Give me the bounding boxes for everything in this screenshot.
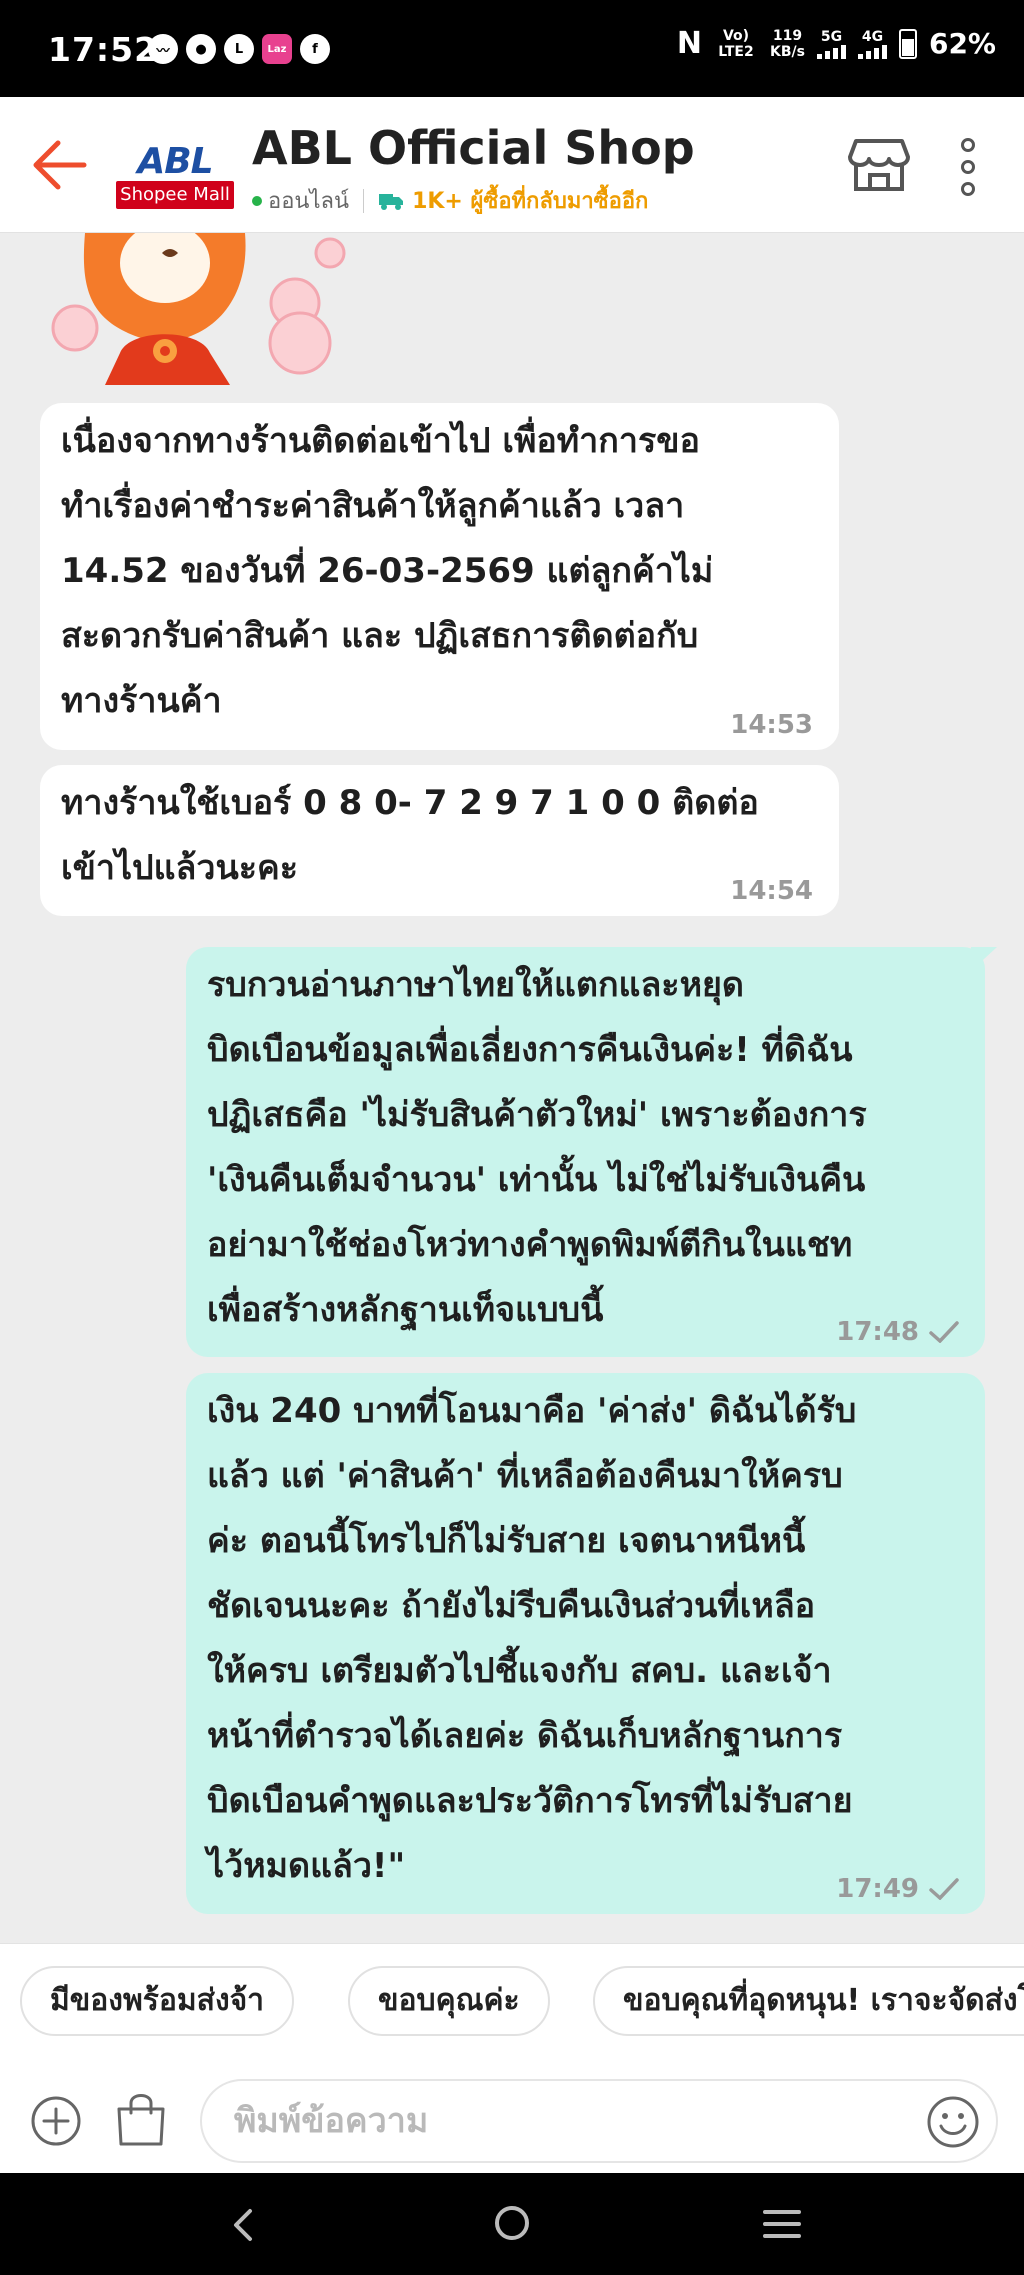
chat-icon: ●	[186, 34, 216, 64]
shop-status-line: ออนไลน์ 1K+ ผู้ซื้อที่กลับมาซื้ออีก	[252, 183, 648, 218]
quick-reply-chip[interactable]: มีของพร้อมส่งจ้า	[20, 1966, 295, 2036]
notification-icons: 〰 ● L Laz f	[148, 34, 330, 64]
outgoing-message[interactable]: รบกวนอ่านภาษาไทยให้แตกและหยุด บิดเบือนข้…	[186, 947, 997, 1357]
nfc-icon: N	[676, 26, 702, 61]
message-input[interactable]	[200, 2079, 998, 2163]
recent-apps-icon[interactable]	[762, 2207, 802, 2241]
bear-sticker-image	[51, 233, 346, 385]
status-indicators: N Vo) LTE2 119 KB/s 5G 4G 62%	[677, 26, 996, 61]
line-icon: L	[224, 34, 254, 64]
back-arrow-icon[interactable]	[28, 135, 90, 195]
message-text: ทางร้านใช้เบอร์ 0 8 0- 7 2 9 7 1 0 0 ติด…	[61, 783, 759, 888]
store-icon[interactable]	[848, 137, 910, 193]
message-time: 17:49	[836, 1874, 919, 1904]
outgoing-message[interactable]: เงิน 240 บาทที่โอนมาคือ 'ค่าส่ง' ดิฉันได…	[186, 1373, 985, 1914]
message-time: 17:48	[836, 1317, 919, 1347]
message-text: เนื่องจากทางร้านติดต่อเข้าไป เพื่อทำการข…	[61, 421, 714, 721]
bubble-tail-icon	[971, 947, 997, 971]
sent-check-icon	[929, 1878, 959, 1900]
online-dot-icon	[252, 195, 262, 206]
shop-name[interactable]: ABL Official Shop	[252, 121, 695, 175]
shopping-bag-icon[interactable]	[114, 2091, 168, 2147]
battery-percent: 62%	[928, 27, 996, 60]
message-input-bar	[0, 2071, 1024, 2173]
status-bar: 17:52 〰 ● L Laz f N Vo) LTE2 119 KB/s 5G…	[0, 0, 1024, 97]
message-status: 17:48	[836, 1317, 959, 1347]
quick-reply-chip[interactable]: ขอบคุณที่อุดหนุน! เราจะจัดส่งโดยเร็ว	[593, 1966, 1024, 2036]
add-attachment-icon[interactable]	[30, 2095, 82, 2147]
message-status: 17:49	[836, 1874, 959, 1904]
home-icon[interactable]	[494, 2205, 530, 2241]
repeat-buyers-note: 1K+ ผู้ซื้อที่กลับมาซื้ออีก	[412, 189, 649, 214]
message-text: รบกวนอ่านภาษาไทยให้แตกและหยุด บิดเบือนข้…	[207, 965, 867, 1330]
message-text: เงิน 240 บาทที่โอนมาคือ 'ค่าส่ง' ดิฉันได…	[207, 1391, 857, 1886]
message-time: 14:53	[730, 710, 813, 740]
signal-5g-icon: 5G	[816, 29, 846, 59]
lazada-icon: Laz	[262, 34, 292, 64]
message-time: 14:54	[730, 876, 813, 906]
shopee-mall-badge: Shopee Mall	[116, 181, 234, 209]
incoming-message[interactable]: เนื่องจากทางร้านติดต่อเข้าไป เพื่อทำการข…	[40, 403, 839, 750]
volte-indicator: Vo) LTE2	[718, 27, 754, 60]
quick-reply-chip[interactable]: ขอบคุณค่ะ	[348, 1966, 550, 2036]
shop-logo-text: ABL	[137, 141, 213, 182]
online-status: ออนไลน์	[268, 189, 350, 214]
incoming-message[interactable]: ทางร้านใช้เบอร์ 0 8 0- 7 2 9 7 1 0 0 ติด…	[40, 765, 839, 916]
more-options-icon[interactable]	[956, 137, 980, 197]
quick-replies-bar: มีของพร้อมส่งจ้า ขอบคุณค่ะ ขอบคุณที่อุดห…	[0, 1943, 1024, 2071]
battery-icon	[898, 28, 917, 59]
divider	[363, 188, 365, 213]
system-nav-bar	[0, 2173, 1024, 2275]
emoji-icon[interactable]	[926, 2095, 980, 2149]
chat-header: ABL Shopee Mall ABL Official Shop ออนไลน…	[0, 97, 1024, 233]
clock: 17:52	[48, 30, 159, 69]
signal-4g-icon: 4G	[857, 29, 887, 59]
sent-check-icon	[929, 1321, 959, 1343]
truck-icon	[379, 193, 404, 210]
back-icon[interactable]	[224, 2205, 264, 2245]
network-speed: 119 KB/s	[770, 27, 805, 60]
messenger-icon: 〰	[148, 34, 178, 64]
shop-logo[interactable]: ABL Shopee Mall	[116, 141, 234, 213]
facebook-icon: f	[300, 34, 330, 64]
